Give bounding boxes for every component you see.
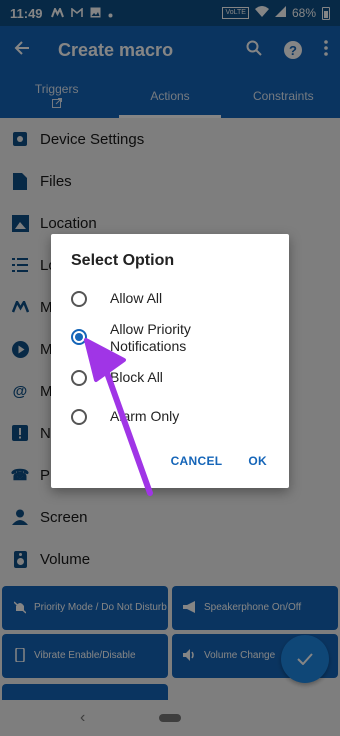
option-block-all[interactable]: Block All [71,369,220,386]
select-option-dialog: Select Option Allow All Allow Priority N… [51,234,289,488]
macro-screen: 11:49 VoLTE 68% Create macro ? Triggers … [0,0,340,736]
option-label: Alarm Only [110,408,180,424]
dialog-title: Select Option [71,252,175,269]
ok-button[interactable]: OK [248,454,267,468]
radio-button-selected[interactable] [71,329,87,345]
radio-button[interactable] [71,291,87,307]
dialog-buttons: CANCEL OK [171,454,267,468]
option-allow-all[interactable]: Allow All [71,290,220,307]
option-alarm-only[interactable]: Alarm Only [71,408,220,425]
option-label: Allow Priority Notifications [110,321,191,354]
option-label: Block All [110,369,163,385]
option-label: Allow All [110,290,163,306]
cancel-button[interactable]: CANCEL [171,454,223,468]
radio-button[interactable] [71,409,87,425]
option-allow-priority[interactable]: Allow Priority Notifications [71,321,220,355]
radio-button[interactable] [71,370,87,386]
